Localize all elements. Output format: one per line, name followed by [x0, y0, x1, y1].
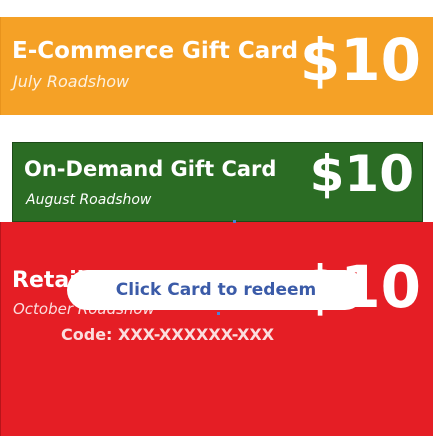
marker-dot [233, 220, 236, 223]
ondemand-card-amount: $10 [309, 145, 414, 203]
redeem-button[interactable]: Click Card to redeem [67, 270, 365, 310]
marker-dot [217, 312, 220, 315]
ondemand-card-title: On-Demand Gift Card [24, 157, 277, 181]
ecommerce-gift-card[interactable]: E-Commerce Gift Card July Roadshow $10 [0, 17, 433, 115]
ecommerce-card-amount: $10 [299, 26, 421, 94]
gift-card-code: Code: XXX-XXXXXX-XXX [61, 325, 275, 344]
ondemand-gift-card[interactable]: On-Demand Gift Card August Roadshow $10 [12, 142, 423, 222]
ecommerce-card-subtitle: July Roadshow [13, 72, 130, 91]
ecommerce-card-title: E-Commerce Gift Card [12, 38, 299, 64]
ondemand-card-subtitle: August Roadshow [26, 192, 152, 208]
